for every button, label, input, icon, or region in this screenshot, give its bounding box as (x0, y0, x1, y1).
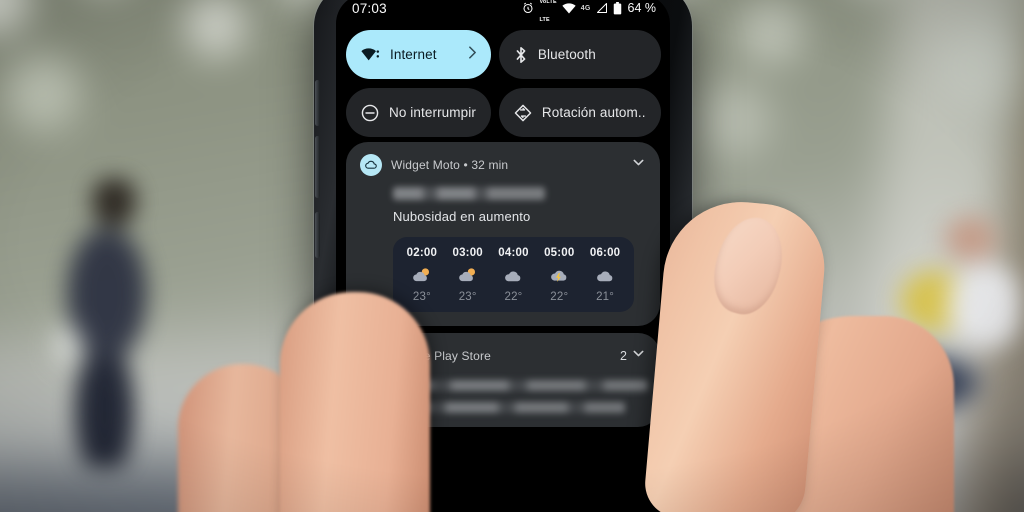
notification-group-count: 2 (620, 349, 627, 363)
chevron-down-icon (631, 155, 646, 175)
quick-settings-grid: Internet Bluetooth No interrumpir Rotaci… (346, 30, 661, 137)
qs-tile-label: Rotación autom.. (541, 105, 646, 120)
forecast-temp: 22° (550, 291, 569, 303)
status-bar: 07:03 VoLTE LTE 4G 64 % (336, 0, 670, 23)
status-bar-icons: VoLTE LTE 4G 64 % (522, 0, 656, 26)
notification-expand-button[interactable] (631, 155, 646, 175)
phone-screen: 07:03 VoLTE LTE 4G 64 % Internet Bluetoo… (336, 0, 670, 512)
thunderstorm-icon (548, 265, 570, 285)
forecast-time: 03:00 (452, 247, 483, 259)
power-button[interactable] (315, 80, 320, 126)
signal-icon (596, 2, 608, 14)
notification-subtitle: Nubosidad en aumento (393, 209, 531, 224)
volume-up-button[interactable] (315, 136, 320, 198)
notification-app-name: Google Play Store (391, 349, 491, 363)
forecast-time: 02:00 (406, 247, 438, 259)
status-bar-clock: 07:03 (352, 0, 387, 16)
volte-icon: VoLTE LTE (539, 0, 557, 23)
battery-percent-label: 64 % (627, 1, 657, 15)
phone-device: 07:03 VoLTE LTE 4G 64 % Internet Bluetoo… (314, 0, 692, 512)
forecast-hour: 02:00 23° (402, 247, 442, 303)
notification-body-redacted (393, 402, 625, 413)
phone-bezel: 07:03 VoLTE LTE 4G 64 % Internet Bluetoo… (336, 0, 670, 512)
wifi-icon (562, 2, 576, 14)
chevron-down-icon (631, 346, 646, 366)
notification-header: Google Play Store 2 (360, 345, 646, 367)
auto-rotate-icon (514, 104, 532, 122)
forecast-temp: 23° (412, 291, 431, 303)
alarm-icon (522, 2, 534, 14)
screenshot-scene: 07:03 VoLTE LTE 4G 64 % Internet Bluetoo… (0, 0, 1024, 512)
qs-tile-label: Internet (390, 47, 437, 62)
battery-icon (613, 1, 622, 15)
forecast-time: 06:00 (589, 247, 621, 259)
bluetooth-icon (514, 46, 528, 64)
cloudy-icon (594, 265, 616, 285)
hourly-forecast-strip[interactable]: 02:00 23° 03:00 23° 04:00 22° 05:00 22° … (393, 237, 634, 312)
cloudy-icon (502, 265, 524, 285)
qs-tile-label: Bluetooth (537, 47, 596, 62)
background-person-walking (48, 178, 166, 468)
forecast-hour: 04:00 22° (493, 247, 533, 303)
warning-triangle-icon (360, 345, 382, 367)
forecast-time: 05:00 (544, 247, 575, 259)
do-not-disturb-icon (361, 104, 379, 122)
notification-shade: Widget Moto • 32 min Nubosidad en aument… (346, 142, 660, 512)
qs-tile-label: No interrumpir (389, 105, 476, 120)
background-person-seated (830, 210, 1020, 450)
volume-down-button[interactable] (315, 212, 320, 258)
4g-icon: 4G (580, 4, 591, 12)
forecast-hour: 03:00 23° (448, 247, 488, 303)
qs-tile-auto-rotate[interactable]: Rotación autom.. (498, 88, 661, 137)
notification-google-play-store[interactable]: Google Play Store 2 (346, 333, 660, 427)
forecast-temp: 21° (596, 291, 615, 303)
notification-header: Widget Moto • 32 min (360, 154, 646, 176)
forecast-time: 04:00 (498, 247, 529, 259)
notification-body-redacted (393, 380, 648, 391)
cloud-icon (360, 154, 382, 176)
qs-tile-internet[interactable]: Internet (346, 30, 491, 79)
partly-cloudy-icon (457, 265, 479, 285)
chevron-right-icon[interactable] (468, 45, 477, 64)
forecast-hour: 06:00 21° (585, 247, 625, 303)
notification-title-redacted (393, 187, 545, 200)
forecast-hour: 05:00 22° (539, 247, 579, 303)
forecast-temp: 22° (504, 291, 523, 303)
wifi-icon (361, 47, 380, 62)
qs-tile-do-not-disturb[interactable]: No interrumpir (346, 88, 491, 137)
partly-cloudy-icon (411, 265, 433, 285)
notification-widget-moto[interactable]: Widget Moto • 32 min Nubosidad en aument… (346, 142, 660, 326)
notification-app-name: Widget Moto • 32 min (391, 158, 509, 172)
notification-expand-button[interactable]: 2 (620, 346, 646, 366)
forecast-temp: 23° (458, 291, 477, 303)
qs-tile-bluetooth[interactable]: Bluetooth (498, 30, 661, 79)
